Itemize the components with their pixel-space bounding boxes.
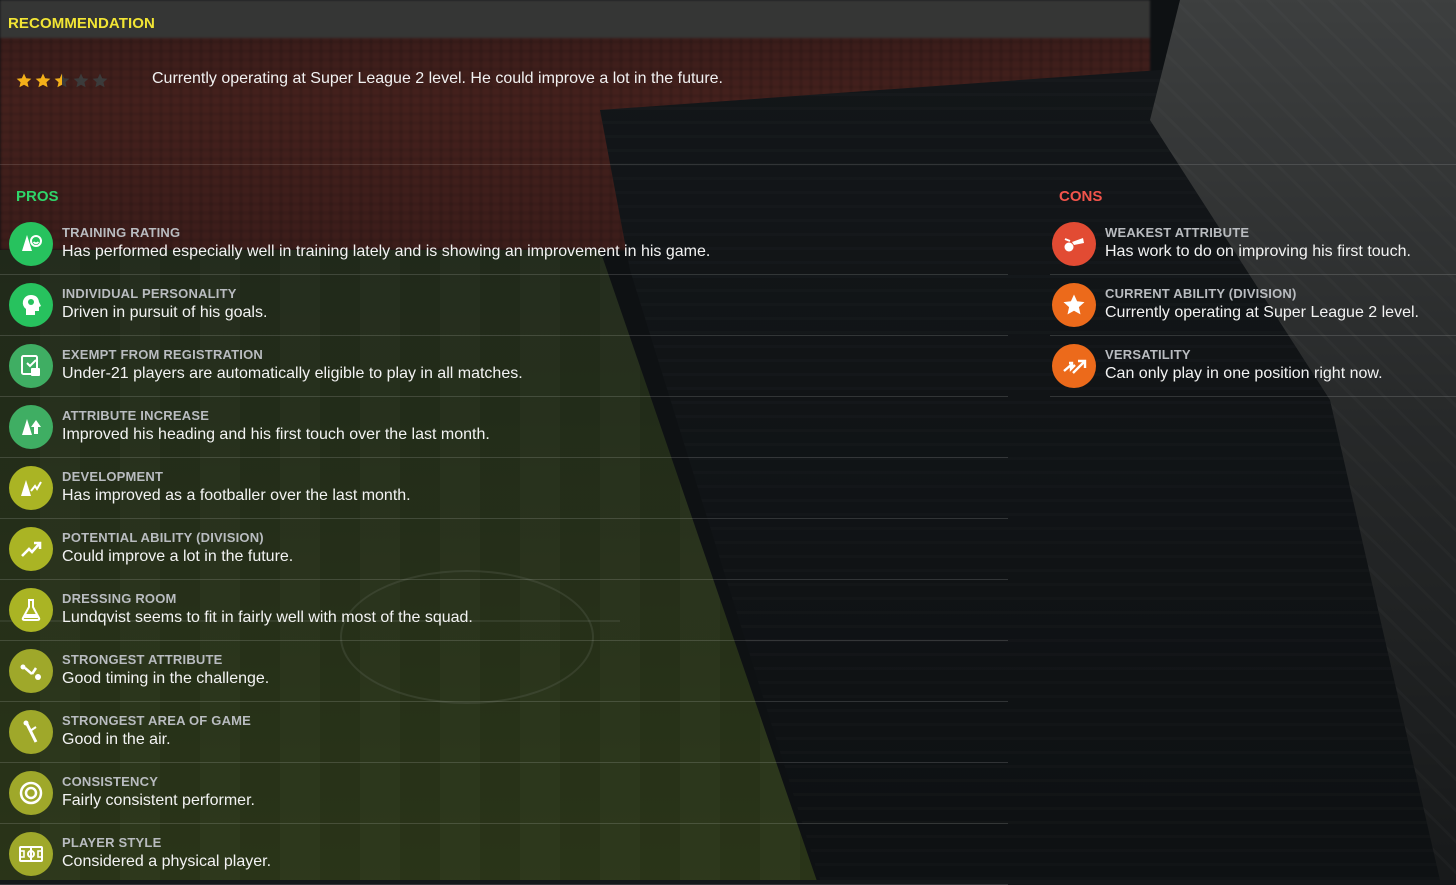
half-star-icon xyxy=(53,72,71,90)
pros-item-text: Good in the air. xyxy=(62,731,171,748)
cons-list: WEAKEST ATTRIBUTE Has work to do on impr… xyxy=(1050,214,1456,397)
cons-item-weakest-attribute[interactable]: WEAKEST ATTRIBUTE Has work to do on impr… xyxy=(1050,214,1456,275)
pros-item-label: INDIVIDUAL PERSONALITY xyxy=(62,286,237,301)
pros-item-label: DEVELOPMENT xyxy=(62,469,164,484)
pros-item-label: DRESSING ROOM xyxy=(62,591,177,606)
attribute-increase-icon xyxy=(9,405,53,449)
versatility-arrows-icon xyxy=(1052,344,1096,388)
empty-star-icon xyxy=(91,72,109,90)
recommendation-text: Currently operating at Super League 2 le… xyxy=(152,70,723,87)
pros-list: TRAINING RATING Has performed especially… xyxy=(0,214,1008,885)
pros-item-exempt-registration[interactable]: EXEMPT FROM REGISTRATION Under-21 player… xyxy=(0,336,1008,397)
pros-item-individual-personality[interactable]: INDIVIDUAL PERSONALITY Driven in pursuit… xyxy=(0,275,1008,336)
cons-item-versatility[interactable]: VERSATILITY Can only play in one positio… xyxy=(1050,336,1456,397)
pros-item-label: ATTRIBUTE INCREASE xyxy=(62,408,210,423)
cons-item-text: Has work to do on improving his first to… xyxy=(1105,243,1411,260)
empty-star-icon xyxy=(72,72,90,90)
pros-item-consistency[interactable]: CONSISTENCY Fairly consistent performer. xyxy=(0,763,1008,824)
pros-item-label: TRAINING RATING xyxy=(62,225,181,240)
pros-item-label: POTENTIAL ABILITY (DIVISION) xyxy=(62,530,264,545)
pros-item-text: Considered a physical player. xyxy=(62,853,272,870)
star-icon xyxy=(34,72,52,90)
tackle-icon xyxy=(9,649,53,693)
pros-item-text: Has performed especially well in trainin… xyxy=(62,243,711,260)
pros-item-attribute-increase[interactable]: ATTRIBUTE INCREASE Improved his heading … xyxy=(0,397,1008,458)
pros-item-text: Fairly consistent performer. xyxy=(62,792,255,809)
pros-item-text: Improved his heading and his first touch… xyxy=(62,426,490,443)
pros-item-label: STRONGEST ATTRIBUTE xyxy=(62,652,223,667)
cons-item-text: Currently operating at Super League 2 le… xyxy=(1105,304,1419,321)
cons-item-label: VERSATILITY xyxy=(1105,347,1191,362)
divider xyxy=(0,164,1456,165)
cons-item-current-ability[interactable]: CURRENT ABILITY (DIVISION) Currently ope… xyxy=(1050,275,1456,336)
pros-item-text: Could improve a lot in the future. xyxy=(62,548,294,565)
pros-item-label: STRONGEST AREA OF GAME xyxy=(62,713,252,728)
pros-item-label: PLAYER STYLE xyxy=(62,835,162,850)
pros-item-training-rating[interactable]: TRAINING RATING Has performed especially… xyxy=(0,214,1008,275)
header-icon xyxy=(9,710,53,754)
recommendation-title: RECOMMENDATION xyxy=(8,15,155,32)
development-icon xyxy=(9,466,53,510)
pros-item-development[interactable]: DEVELOPMENT Has improved as a footballer… xyxy=(0,458,1008,519)
personality-head-icon xyxy=(9,283,53,327)
first-touch-icon xyxy=(1052,222,1096,266)
training-icon xyxy=(9,222,53,266)
pitch-icon xyxy=(9,832,53,876)
cons-title: CONS xyxy=(1059,188,1103,205)
pros-item-strongest-area[interactable]: STRONGEST AREA OF GAME Good in the air. xyxy=(0,702,1008,763)
pros-item-text: Has improved as a footballer over the la… xyxy=(62,487,411,504)
pros-item-player-style[interactable]: PLAYER STYLE Considered a physical playe… xyxy=(0,824,1008,885)
cons-item-label: CURRENT ABILITY (DIVISION) xyxy=(1105,286,1297,301)
pros-item-dressing-room[interactable]: DRESSING ROOM Lundqvist seems to fit in … xyxy=(0,580,1008,641)
cons-item-label: WEAKEST ATTRIBUTE xyxy=(1105,225,1250,240)
recommendation-stars xyxy=(15,72,109,90)
pros-item-label: EXEMPT FROM REGISTRATION xyxy=(62,347,264,362)
target-icon xyxy=(9,771,53,815)
pros-item-label: CONSISTENCY xyxy=(62,774,159,789)
pros-item-text: Driven in pursuit of his goals. xyxy=(62,304,268,321)
registration-icon xyxy=(9,344,53,388)
pros-item-text: Under-21 players are automatically eligi… xyxy=(62,365,523,382)
scout-report-panel: RECOMMENDATION Currently operating at Su… xyxy=(0,0,1456,885)
pros-item-strongest-attribute[interactable]: STRONGEST ATTRIBUTE Good timing in the c… xyxy=(0,641,1008,702)
star-icon xyxy=(1052,283,1096,327)
pros-item-text: Lundqvist seems to fit in fairly well wi… xyxy=(62,609,473,626)
pros-item-text: Good timing in the challenge. xyxy=(62,670,270,687)
trend-up-icon xyxy=(9,527,53,571)
pros-title: PROS xyxy=(16,188,59,205)
star-icon xyxy=(15,72,33,90)
pros-item-potential-ability[interactable]: POTENTIAL ABILITY (DIVISION) Could impro… xyxy=(0,519,1008,580)
cons-item-text: Can only play in one position right now. xyxy=(1105,365,1383,382)
flask-icon xyxy=(9,588,53,632)
